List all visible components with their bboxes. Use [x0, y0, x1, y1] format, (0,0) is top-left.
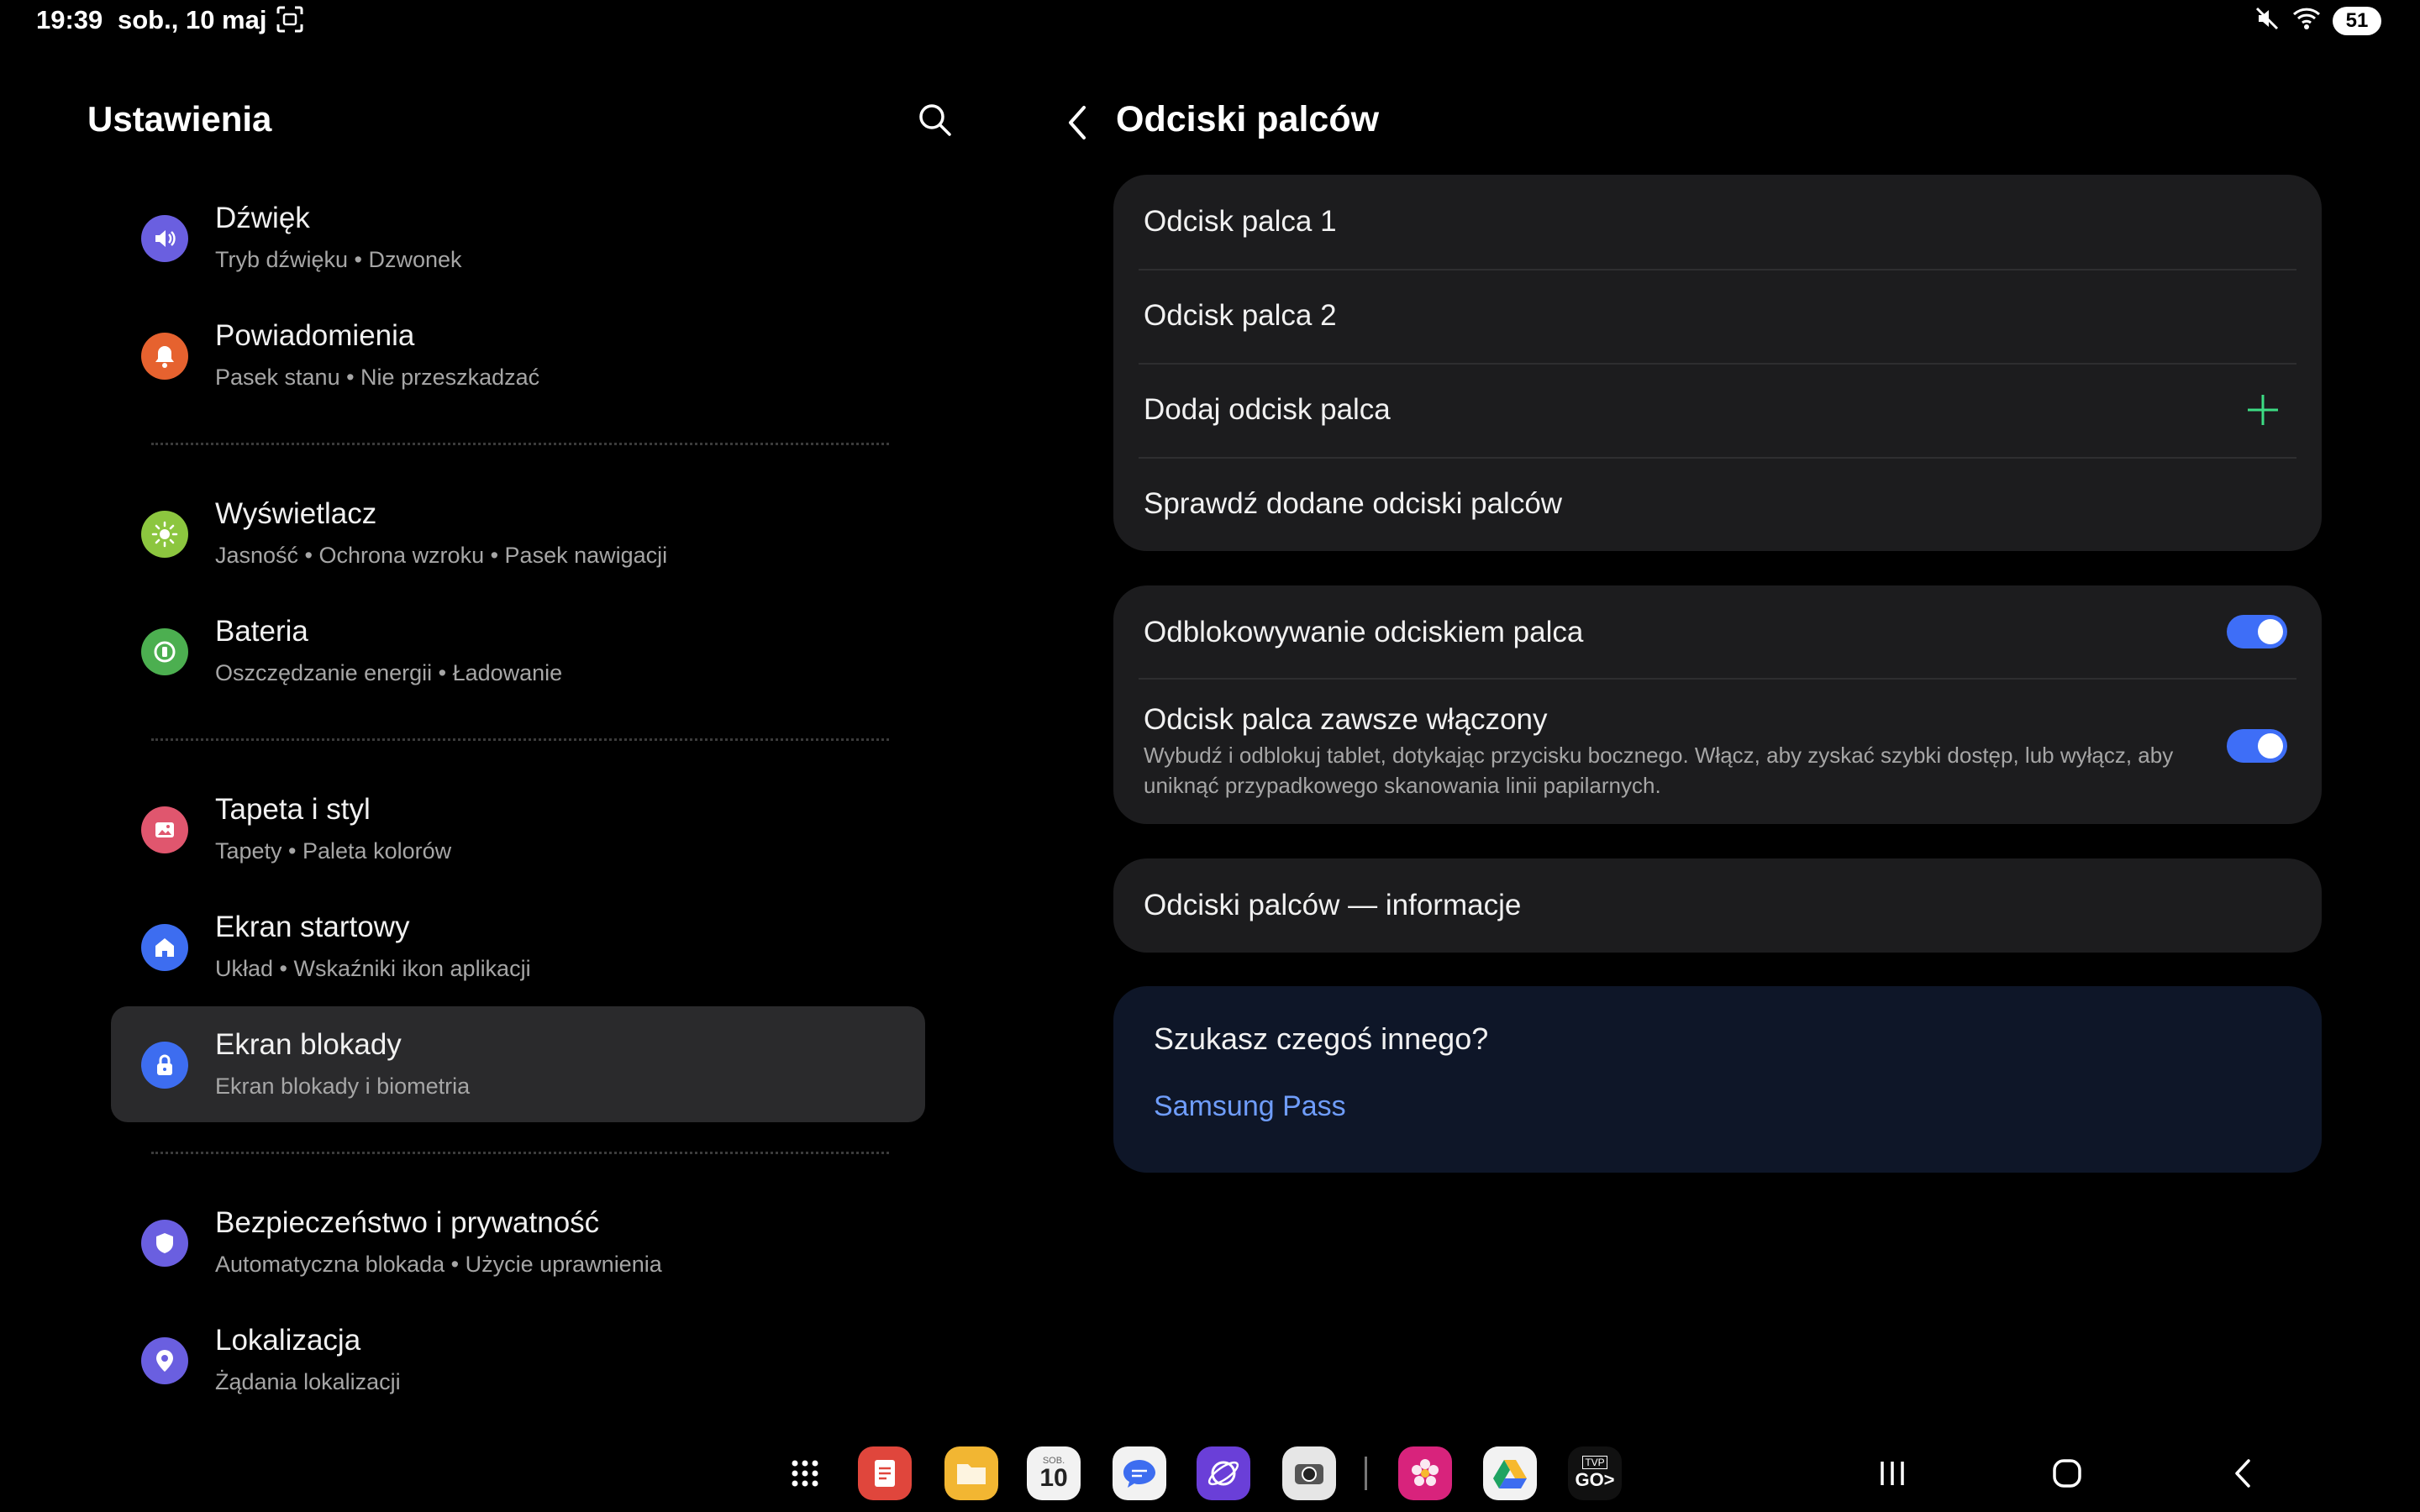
settings-item-sound[interactable]: Dźwięk Tryb dźwięku • Dzwonek: [111, 180, 925, 296]
mute-icon: [2254, 5, 2281, 36]
row-label: Dodaj odcisk palca: [1144, 393, 1391, 426]
settings-item-title: Ekran startowy: [215, 911, 410, 943]
fingerprint-options-card: Odblokowywanie odciskiem palca Odcisk pa…: [1113, 585, 2322, 824]
home-icon: [141, 924, 188, 971]
settings-item-title: Wyświetlacz: [215, 497, 377, 530]
status-time: 19:39: [36, 5, 103, 34]
fingerprint-unlock-toggle[interactable]: [2227, 615, 2287, 648]
settings-item-title: Ekran blokady: [215, 1028, 402, 1061]
always-on-fingerprint-row[interactable]: Odcisk palca zawsze włączony Wybudź i od…: [1113, 680, 2322, 824]
fingerprint-unlock-row[interactable]: Odblokowywanie odciskiem palca: [1113, 585, 2322, 678]
settings-item-subtitle: Tapety • Paleta kolorów: [215, 838, 452, 864]
settings-item-subtitle: Ekran blokady i biometria: [215, 1074, 471, 1099]
gallery-app-icon[interactable]: [1398, 1446, 1452, 1500]
internet-app-icon[interactable]: [1197, 1446, 1250, 1500]
settings-item-title: Lokalizacja: [215, 1324, 361, 1357]
settings-item-subtitle: Automatyczna blokada • Użycie uprawnieni…: [215, 1252, 662, 1277]
settings-item-location[interactable]: Lokalizacja Żądania lokalizacji: [111, 1302, 925, 1418]
image-icon: [141, 806, 188, 853]
settings-item-display[interactable]: Wyświetlacz Jasność • Ochrona wzroku • P…: [111, 475, 925, 591]
wifi-icon: [2292, 6, 2321, 35]
drive-app-icon[interactable]: [1483, 1446, 1537, 1500]
row-label: Odcisk palca 2: [1144, 299, 1337, 332]
status-right: 51: [2254, 5, 2381, 36]
battery-indicator: 51: [2333, 6, 2381, 35]
settings-item-subtitle: Pasek stanu • Nie przeszkadzać: [215, 365, 540, 390]
shield-icon: [141, 1220, 188, 1267]
suggestions-card: Szukasz czegoś innego? Samsung Pass: [1113, 986, 2322, 1173]
tvp-label: TVP: [1582, 1456, 1607, 1469]
apps-grid-icon[interactable]: [778, 1446, 832, 1500]
page-title: Odciski palców: [1116, 99, 1380, 139]
fingerprint-2-row[interactable]: Odcisk palca 2: [1113, 270, 2322, 363]
messages-app-icon[interactable]: [1113, 1446, 1166, 1500]
notes-app-icon[interactable]: [858, 1446, 912, 1500]
bell-icon: [141, 333, 188, 380]
settings-item-title: Bateria: [215, 615, 308, 648]
row-description-line: Wybudź i odblokuj tablet, dotykając przy…: [1144, 743, 2174, 768]
settings-item-title: Bezpieczeństwo i prywatność: [215, 1206, 600, 1239]
suggestions-title: Szukasz czegoś innego?: [1154, 1021, 1489, 1056]
settings-item-battery[interactable]: Bateria Oszczędzanie energii • Ładowanie: [111, 593, 925, 709]
row-label: Odblokowywanie odciskiem palca: [1144, 616, 1584, 648]
row-label: Odcisk palca zawsze włączony: [1144, 703, 1548, 736]
about-fingerprints-row[interactable]: Odciski palców — informacje: [1113, 858, 2322, 953]
settings-item-wallpaper[interactable]: Tapeta i styl Tapety • Paleta kolorów: [111, 771, 925, 887]
files-app-icon[interactable]: [944, 1446, 998, 1500]
settings-item-notifications[interactable]: Powiadomienia Pasek stanu • Nie przeszka…: [111, 297, 925, 413]
add-fingerprint-row[interactable]: Dodaj odcisk palca: [1113, 365, 2322, 457]
row-label: Sprawdź dodane odciski palców: [1144, 487, 1563, 520]
settings-item-home-screen[interactable]: Ekran startowy Układ • Wskaźniki ikon ap…: [111, 889, 925, 1005]
divider: [151, 738, 889, 741]
calendar-date: 10: [1039, 1464, 1068, 1492]
battery-icon: [141, 628, 188, 675]
status-date: sob., 10 maj: [118, 5, 267, 34]
settings-item-title: Tapeta i styl: [215, 793, 371, 826]
home-button[interactable]: [2042, 1452, 2092, 1495]
fingerprint-1-row[interactable]: Odcisk palca 1: [1113, 175, 2322, 269]
sun-icon: [141, 511, 188, 558]
back-nav-button[interactable]: [2218, 1452, 2269, 1495]
status-bar: 19:39 sob., 10 maj 51: [0, 0, 2420, 44]
settings-item-lock-screen[interactable]: Ekran blokady Ekran blokady i biometria: [111, 1006, 925, 1122]
search-icon[interactable]: [916, 101, 955, 139]
settings-item-subtitle: Jasność • Ochrona wzroku • Pasek nawigac…: [215, 543, 668, 568]
settings-item-subtitle: Żądania lokalizacji: [215, 1369, 401, 1394]
tvp-go-app-icon[interactable]: TVP GO>: [1568, 1446, 1622, 1500]
toggle-knob: [2258, 733, 2283, 759]
settings-item-title: Dźwięk: [215, 202, 310, 234]
speaker-icon: [141, 215, 188, 262]
dock-separator: [1365, 1457, 1367, 1490]
row-label: Odcisk palca 1: [1144, 205, 1337, 238]
settings-item-subtitle: Układ • Wskaźniki ikon aplikacji: [215, 956, 531, 981]
back-button[interactable]: [1059, 101, 1097, 144]
samsung-pass-link[interactable]: Samsung Pass: [1154, 1090, 1346, 1123]
divider: [151, 1152, 889, 1154]
row-description-line: uniknąć przypadkowego skanowania linii p…: [1144, 773, 1661, 798]
calendar-app-icon[interactable]: SOB. 10: [1027, 1446, 1081, 1500]
toggle-knob: [2258, 619, 2283, 644]
recent-apps-button[interactable]: [1867, 1452, 1918, 1495]
settings-item-subtitle: Tryb dźwięku • Dzwonek: [215, 247, 462, 272]
row-description: Wybudź i odblokuj tablet, dotykając przy…: [1144, 740, 2236, 801]
screenshot-icon: [276, 5, 304, 34]
check-fingerprints-row[interactable]: Sprawdź dodane odciski palców: [1113, 459, 2322, 551]
settings-title: Ustawienia: [87, 99, 272, 139]
divider: [151, 443, 889, 445]
location-pin-icon: [141, 1337, 188, 1384]
settings-item-subtitle: Oszczędzanie energii • Ładowanie: [215, 660, 563, 685]
tvp-go-label: GO>: [1575, 1469, 1615, 1490]
row-label: Odciski palców — informacje: [1144, 889, 1522, 921]
fingerprints-card: Odcisk palca 1 Odcisk palca 2 Dodaj odci…: [1113, 175, 2322, 551]
camera-app-icon[interactable]: [1282, 1446, 1336, 1500]
lock-icon: [141, 1042, 188, 1089]
settings-item-title: Powiadomienia: [215, 319, 415, 352]
plus-icon[interactable]: [2244, 391, 2281, 428]
always-on-fingerprint-toggle[interactable]: [2227, 729, 2287, 763]
settings-item-security[interactable]: Bezpieczeństwo i prywatność Automatyczna…: [111, 1184, 925, 1300]
